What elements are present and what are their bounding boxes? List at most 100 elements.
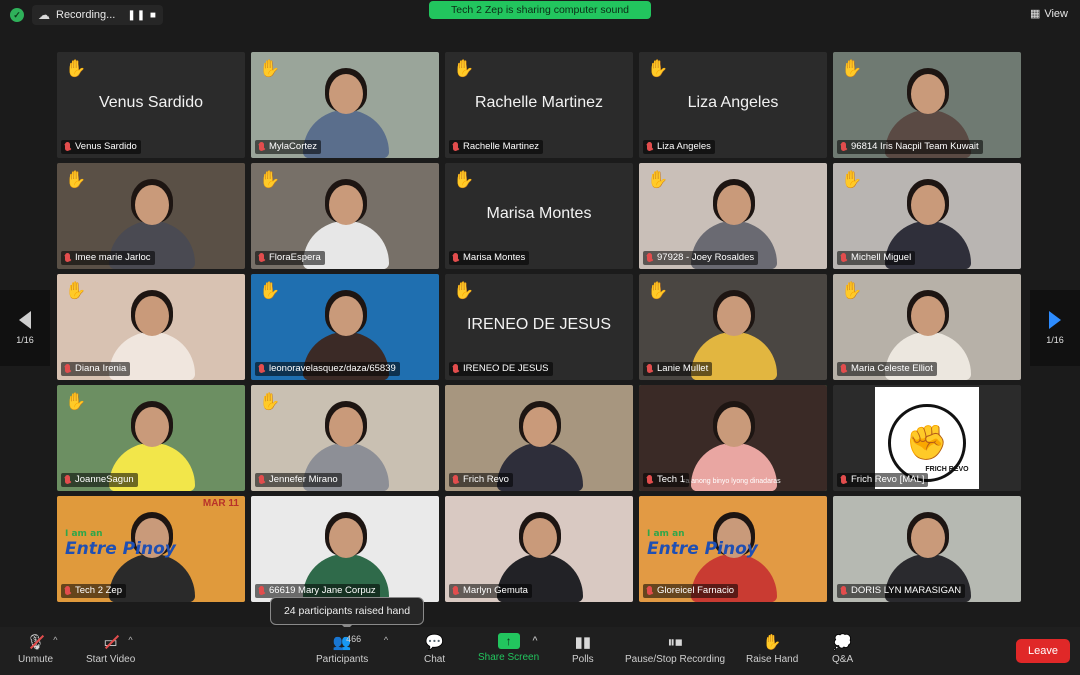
participant-tile[interactable]: ✋ Diana Irenia: [57, 274, 245, 380]
participant-tile[interactable]: ra anong binyo lyong dinadaras Tech 1: [639, 385, 827, 491]
participant-name: Frich Revo: [463, 474, 509, 485]
participant-name: Lanie Mullet: [657, 363, 709, 374]
page-indicator-right: 1/16: [1046, 335, 1064, 345]
participant-tile[interactable]: ✋ MylaCortez: [251, 52, 439, 158]
participant-tile[interactable]: DORIS LYN MARASIGAN: [833, 496, 1021, 602]
participant-name: Liza Angeles: [657, 141, 711, 152]
chevron-up-icon[interactable]: ^: [53, 635, 57, 645]
participant-tile[interactable]: Venus Sardido ✋ Venus Sardido: [57, 52, 245, 158]
participant-tile[interactable]: Liza Angeles ✋ Liza Angeles: [639, 52, 827, 158]
promo-banner: MAR 11: [202, 498, 239, 509]
participant-name: 66619 Mary Jane Corpuz: [269, 585, 376, 596]
participants-button[interactable]: 👥 466 ^ Participants: [316, 633, 388, 665]
participant-name: Maria Celeste Elliot: [851, 363, 933, 374]
recording-indicator[interactable]: ☁ Recording... ❚❚ ■: [32, 5, 163, 25]
participant-tile[interactable]: MAR 11 I am an Entre Pinoy Tech 2 Zep: [57, 496, 245, 602]
participant-tile[interactable]: ✋ 97928 - Joey Rosaldes: [639, 163, 827, 269]
person-head: [717, 296, 751, 336]
participant-name: DORIS LYN MARASIGAN: [851, 585, 962, 596]
hand-icon: ✋: [762, 634, 782, 651]
start-video-button[interactable]: ▭ ^ Start Video: [86, 633, 135, 665]
participant-name: Venus Sardido: [75, 141, 137, 152]
raised-hand-icon: ✋: [841, 281, 863, 300]
participant-center-name: Marisa Montes: [486, 205, 592, 222]
participant-name-label: Frich Revo [MAL]: [837, 473, 929, 487]
raised-hand-icon: ✋: [65, 392, 87, 411]
arrow-right-icon: [1049, 311, 1061, 329]
mic-muted-icon: [647, 142, 652, 151]
participant-name: Jennefer Mirano: [269, 474, 338, 485]
raise-hand-button[interactable]: ✋ Raise Hand: [746, 633, 798, 665]
participant-name-label: Marlyn Gemuta: [449, 584, 532, 598]
pause-stop-icon: ⏸⏹: [667, 633, 683, 651]
participant-name: 96814 Iris Nacpil Team Kuwait: [851, 141, 979, 152]
recording-label: Recording...: [56, 9, 116, 21]
participant-tile[interactable]: Frich Revo: [445, 385, 633, 491]
view-button[interactable]: ▦ View: [1030, 7, 1068, 21]
leave-button[interactable]: Leave: [1016, 639, 1070, 663]
raised-hand-icon: ✋: [65, 59, 87, 78]
participant-tile[interactable]: ✋ Michell Miguel: [833, 163, 1021, 269]
participant-name: leonoravelasquez/daza/65839: [269, 363, 396, 374]
participant-name: Rachelle Martinez: [463, 141, 540, 152]
security-shield-icon[interactable]: ✓: [10, 8, 24, 22]
logo-text: FRICH REVO: [925, 465, 969, 473]
participant-tile[interactable]: ✋ FloraEspera: [251, 163, 439, 269]
participant-name-label: 96814 Iris Nacpil Team Kuwait: [837, 140, 983, 154]
page-indicator-left: 1/16: [16, 335, 34, 345]
participant-tile[interactable]: ✊ FRICH REVO Frich Revo [MAL]: [833, 385, 1021, 491]
chevron-up-icon[interactable]: ^: [532, 635, 537, 645]
participant-tile[interactable]: ✋ 96814 Iris Nacpil Team Kuwait: [833, 52, 1021, 158]
participant-name: Diana Irenia: [75, 363, 127, 374]
share-screen-button[interactable]: ↑ ^ Share Screen: [478, 633, 539, 663]
video-off-icon: ▭ ^: [101, 633, 133, 651]
participant-tile[interactable]: ✋ Jennefer Mirano: [251, 385, 439, 491]
qa-button[interactable]: 💭 Q&A: [832, 633, 853, 665]
raised-hand-icon: ✋: [259, 281, 281, 300]
share-screen-icon: ↑ ^: [497, 633, 538, 649]
polls-button[interactable]: ▮▮ Polls: [572, 633, 594, 665]
participant-tile[interactable]: Marisa Montes ✋ Marisa Montes: [445, 163, 633, 269]
next-page-button[interactable]: 1/16: [1030, 290, 1080, 366]
participant-tile[interactable]: ✋ Lanie Mullet: [639, 274, 827, 380]
participants-label: Participants: [316, 654, 369, 665]
person-head: [717, 185, 751, 225]
raised-hand-icon: ✋: [453, 281, 475, 300]
person-head: [135, 296, 169, 336]
chat-label: Chat: [424, 654, 446, 665]
participant-tile[interactable]: ✋ Maria Celeste Elliot: [833, 274, 1021, 380]
raised-hand-icon: ✋: [259, 170, 281, 189]
participant-tile[interactable]: 66619 Mary Jane Corpuz: [251, 496, 439, 602]
bottom-toolbar: 🎙 ^ Unmute ▭ ^ Start Video 👥 466 ^ Participa…: [0, 627, 1080, 675]
chevron-up-icon[interactable]: ^: [384, 635, 388, 645]
share-screen-label: Share Screen: [478, 652, 540, 663]
participant-tile[interactable]: IRENEO DE JESUS ✋ IRENEO DE JESUS: [445, 274, 633, 380]
unmute-button[interactable]: 🎙 ^ Unmute: [18, 633, 58, 665]
start-video-label: Start Video: [86, 654, 136, 665]
recording-controls[interactable]: ❚❚ ■: [127, 10, 157, 21]
mic-muted-icon: [453, 475, 458, 484]
pause-stop-recording-button[interactable]: ⏸⏹ Pause/Stop Recording: [625, 633, 725, 666]
raised-hand-icon: ✋: [65, 281, 87, 300]
polls-label: Polls: [572, 654, 594, 665]
participant-tile[interactable]: ✋ Imee marie Jarloc: [57, 163, 245, 269]
prev-page-button[interactable]: 1/16: [0, 290, 50, 366]
participant-center-name: Liza Angeles: [687, 94, 779, 111]
participant-name-label: Tech 1: [643, 473, 689, 487]
mic-muted-icon: [259, 364, 264, 373]
participant-tile[interactable]: I am an Entre Pinoy Gloreicel Farnacio: [639, 496, 827, 602]
participant-tile[interactable]: ✋ leonoravelasquez/daza/65839: [251, 274, 439, 380]
gallery-grid: Venus Sardido ✋ Venus Sardido ✋ MylaCortez Ra…: [57, 52, 1023, 602]
person-head: [135, 407, 169, 447]
raised-hand-icon: ✋: [841, 170, 863, 189]
participant-tile[interactable]: Marlyn Gemuta: [445, 496, 633, 602]
chat-button[interactable]: 💬 Chat: [424, 633, 445, 665]
person-head: [523, 407, 557, 447]
person-head: [717, 407, 751, 447]
participants-count: 466: [346, 634, 362, 644]
raise-hand-label: Raise Hand: [746, 654, 799, 665]
participant-center-name: Venus Sardido: [98, 94, 204, 111]
chevron-up-icon[interactable]: ^: [128, 635, 132, 645]
participant-tile[interactable]: Rachelle Martinez ✋ Rachelle Martinez: [445, 52, 633, 158]
participant-tile[interactable]: ✋ JoanneSagun: [57, 385, 245, 491]
